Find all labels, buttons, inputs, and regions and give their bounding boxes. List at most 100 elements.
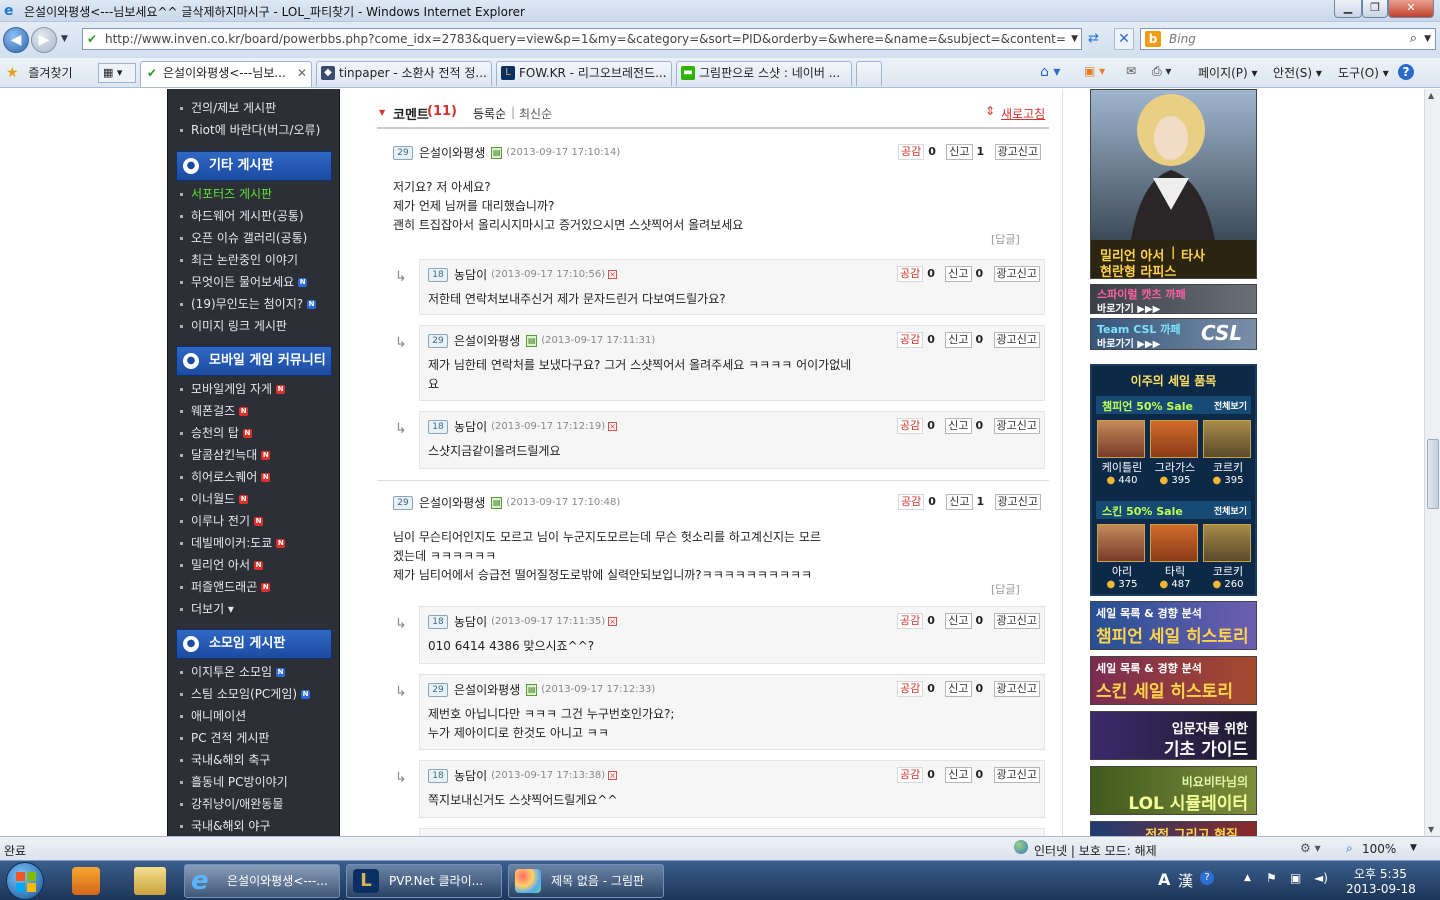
close-window-button[interactable]: ✕ (1388, 0, 1434, 18)
comment-author[interactable]: 은설이와평생 (419, 496, 485, 510)
sidebar-item[interactable]: 국내&해외 축구 (180, 751, 270, 768)
like-button[interactable]: 공감 (897, 266, 924, 282)
vertical-scrollbar[interactable]: ▲ ▼ (1424, 89, 1440, 836)
sidebar-item[interactable]: 흘동네 PC방이야기 (180, 773, 288, 790)
ime-han-indicator[interactable]: 漢 (1178, 870, 1193, 891)
sidebar-item[interactable]: 승천의 탑N (180, 424, 252, 441)
spiral-cats-ad[interactable]: 스파이럴 캣츠 까페 바로가기 ▶▶▶ (1090, 284, 1257, 314)
taskbar-paint-button[interactable]: 제목 없음 - 그림판 (508, 864, 664, 898)
sidebar-item[interactable]: 하드웨어 게시판(공통) (180, 207, 304, 224)
safety-menu[interactable]: 안전(S) ▾ (1273, 64, 1322, 81)
like-button[interactable]: 공감 (897, 418, 924, 434)
ad-report-button[interactable]: 광고신고 (994, 144, 1041, 160)
refresh-comments-link[interactable]: 새로고침 (1001, 105, 1045, 122)
sidebar-item[interactable]: 히어로스퀘어 N (180, 468, 271, 485)
comment-author[interactable]: 농담이 (454, 268, 487, 282)
sidebar-section-header[interactable]: ● 모바일 게임 커뮤니티 (176, 346, 332, 376)
comment-author[interactable]: 은설이와평생 (454, 683, 520, 697)
ad-report-button[interactable]: 광고신고 (993, 418, 1040, 434)
report-button[interactable]: 신고 (945, 418, 972, 434)
print-icon[interactable]: ⎙ ▾ (1152, 64, 1171, 79)
like-button[interactable]: 공감 (897, 681, 924, 697)
network-icon[interactable]: ▣ (1290, 871, 1301, 885)
like-button[interactable]: 공감 (897, 613, 924, 629)
sale-item[interactable]: 케이틀린 ● 440 (1097, 420, 1147, 490)
scroll-down-icon[interactable]: ▼ (1428, 825, 1434, 834)
champion-sale-history-ad[interactable]: 세일 목록 & 경향 분석 챔피언 세일 히스토리 (1090, 601, 1257, 650)
millionarthur-ad[interactable]: 밀리언 아서 | 타사 현란형 라피스 (1090, 89, 1257, 279)
sale-item[interactable]: 코르키 ● 260 (1203, 524, 1253, 594)
sidebar-item[interactable]: 애니메이션 (180, 707, 246, 724)
stats-ad[interactable]: 전적 그리고 현질 (1090, 821, 1257, 836)
clock-time[interactable]: 오후 5:35 (1354, 865, 1407, 882)
report-button[interactable]: 신고 (946, 144, 973, 160)
sidebar-item[interactable]: 달콤삼킨늑대 N (180, 446, 271, 463)
taskbar-ie-button[interactable]: e 은설이와평생<---... (184, 864, 340, 898)
report-button[interactable]: 신고 (945, 767, 972, 783)
page-menu[interactable]: 페이지(P) ▾ (1198, 64, 1258, 81)
forward-button[interactable]: ▶ (31, 27, 57, 53)
media-player-icon[interactable] (72, 867, 100, 895)
maximize-button[interactable]: ❐ (1362, 0, 1388, 18)
ad-report-button[interactable]: 광고신고 (993, 332, 1040, 348)
sidebar-item[interactable]: 이너월드 N (180, 490, 249, 507)
scrollbar-thumb[interactable] (1427, 439, 1439, 509)
team-csl-ad[interactable]: Team CSL 까페 바로가기 ▶▶▶ CSL (1090, 318, 1257, 350)
report-button[interactable]: 신고 (945, 613, 972, 629)
sidebar-item[interactable]: 이미지 링크 게시판 (180, 317, 287, 334)
sale-item[interactable]: 그라가스 ● 395 (1150, 420, 1200, 490)
address-dropdown-icon[interactable]: ▼ (1071, 34, 1078, 44)
sidebar-item[interactable]: 모바일게임 자게 N (180, 380, 286, 397)
refresh-icon[interactable]: ✕ (1114, 28, 1134, 50)
help-icon[interactable]: ? (1398, 64, 1414, 80)
sidebar-item[interactable]: 데빌메이커:도쿄 N (180, 534, 286, 551)
protected-mode-icon[interactable]: ⚙ ▾ (1300, 841, 1321, 855)
sidebar-item[interactable]: 강쥐냥이/애완동물 (180, 795, 283, 812)
like-button[interactable]: 공감 (898, 144, 925, 160)
zoom-level[interactable]: 100% (1362, 842, 1396, 856)
block-user-icon[interactable]: × (608, 617, 618, 626)
report-button[interactable]: 신고 (946, 494, 973, 510)
tray-arrow-icon[interactable]: ▲ (1244, 873, 1251, 883)
mail-icon[interactable]: ✉ (1126, 64, 1136, 78)
sort-latest[interactable]: 최신순 (519, 105, 552, 122)
start-button[interactable] (6, 862, 44, 900)
block-user-icon[interactable]: × (608, 771, 618, 780)
sidebar-item[interactable]: 서포터즈 게시판 (180, 185, 272, 202)
new-tab-button[interactable] (856, 61, 882, 86)
ad-report-button[interactable]: 광고신고 (993, 767, 1040, 783)
comment-author[interactable]: 농담이 (454, 769, 487, 783)
sidebar-section-header[interactable]: ● 소모임 게시판 (176, 629, 332, 659)
sidebar-item[interactable]: 퍼즐앤드래곤 N (180, 578, 271, 595)
search-icon[interactable]: ⌕ (1410, 31, 1417, 46)
sidebar-item[interactable]: 더보기 ▾ (180, 600, 234, 617)
sidebar-item[interactable]: 웨폰걸즈 N (180, 402, 249, 419)
sidebar-item[interactable]: 오픈 이슈 갤러리(공통) (180, 229, 307, 246)
like-button[interactable]: 공감 (898, 494, 925, 510)
block-user-icon[interactable]: × (608, 270, 618, 279)
home-icon[interactable]: ⌂ ▾ (1040, 64, 1060, 80)
skin-view-all[interactable]: 전체보기 (1214, 504, 1247, 517)
tab-naver[interactable]: ▬ 그림판으로 스샷 : 네이버 ... (676, 61, 852, 86)
comment-author[interactable]: 농담이 (454, 420, 487, 434)
history-dropdown-icon[interactable]: ▼ (61, 34, 68, 44)
sidebar-item[interactable]: 최근 논란중인 이야기 (180, 251, 298, 268)
address-input[interactable]: ✔ http://www.inven.co.kr/board/powerbbs.… (82, 28, 1082, 50)
ad-report-button[interactable]: 광고신고 (993, 266, 1040, 282)
sale-item[interactable]: 코르키 ● 395 (1203, 420, 1253, 490)
comment-author[interactable]: 은설이와평생 (454, 334, 520, 348)
sidebar-item[interactable]: 이지투온 소모임 N (180, 663, 286, 680)
tab-tinpaper[interactable]: ◆ tinpaper - 소환사 전적 정... (316, 61, 492, 86)
sidebar-item[interactable]: 이루나 전기 N (180, 512, 264, 529)
sidebar-item[interactable]: 밀리언 아서 N (180, 556, 264, 573)
ime-help-icon[interactable]: ? (1200, 871, 1214, 885)
like-button[interactable]: 공감 (897, 332, 924, 348)
sidebar-item[interactable]: PC 견적 게시판 (180, 729, 269, 746)
sidebar-item[interactable]: 국내&해외 야구 (180, 817, 270, 834)
sidebar-item[interactable]: 건의/제보 게시판 (180, 99, 276, 116)
reply-link[interactable]: [답글] (991, 231, 1020, 247)
beginner-guide-ad[interactable]: 입문자를 위한 기초 가이드 (1090, 711, 1257, 760)
sale-item[interactable]: 아리 ● 375 (1097, 524, 1147, 594)
tools-menu[interactable]: 도구(O) ▾ (1338, 64, 1389, 81)
tab-current[interactable]: ✔ 은설이와평생<---님보... ✕ (140, 61, 312, 87)
